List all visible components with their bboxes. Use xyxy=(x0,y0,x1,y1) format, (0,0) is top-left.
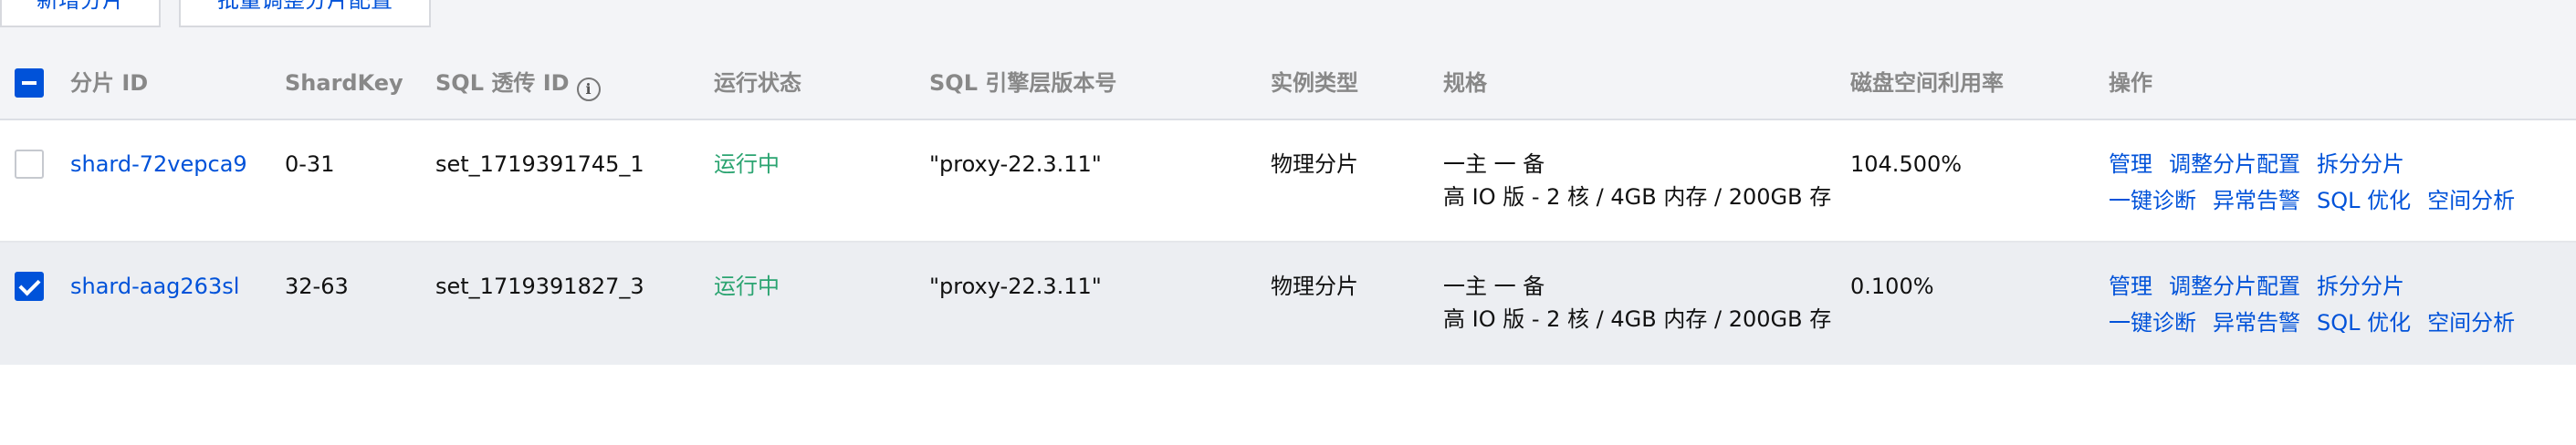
disk-usage-value: 0.100% xyxy=(1850,274,1934,299)
spec-line1: 一主 一 备 xyxy=(1443,274,1545,299)
manage-link[interactable]: 管理 xyxy=(2109,274,2152,299)
header-sql-engine-version: SQL 引擎层版本号 xyxy=(929,70,1117,96)
space-analysis-link[interactable]: 空间分析 xyxy=(2427,188,2515,213)
abnormal-alert-link[interactable]: 异常告警 xyxy=(2213,188,2300,213)
actions-line2: 一键诊断 异常告警 SQL 优化 空间分析 xyxy=(2109,306,2531,339)
adjust-shard-config-link[interactable]: 调整分片配置 xyxy=(2169,274,2300,299)
split-shard-link[interactable]: 拆分分片 xyxy=(2317,151,2404,177)
sql-engine-version-value: "proxy-22.3.11" xyxy=(929,274,1102,299)
one-click-diagnose-link[interactable]: 一键诊断 xyxy=(2109,310,2196,336)
actions-line1: 管理 调整分片配置 拆分分片 xyxy=(2109,148,2421,181)
space-analysis-link[interactable]: 空间分析 xyxy=(2427,310,2515,336)
actions-line1: 管理 调整分片配置 拆分分片 xyxy=(2109,270,2421,303)
actions-line2: 一键诊断 异常告警 SQL 优化 空间分析 xyxy=(2109,184,2531,217)
disk-usage-value: 104.500% xyxy=(1850,151,1963,177)
shardkey-value: 32-63 xyxy=(285,274,349,299)
sql-optimize-link[interactable]: SQL 优化 xyxy=(2317,188,2411,213)
shard-id-link[interactable]: shard-72vepca9 xyxy=(70,148,247,181)
status-value: 运行中 xyxy=(714,151,780,177)
header-shard-id: 分片 ID xyxy=(70,70,149,96)
spec-line2: 高 IO 版 - 2 核 / 4GB 内存 / 200GB 存 xyxy=(1443,306,1832,332)
batch-adjust-shard-config-button[interactable]: 批量调整分片配置 xyxy=(179,0,431,27)
shard-list-page: 新增分片 批量调整分片配置 分片 ID ShardKey SQL 透传 ID i … xyxy=(0,0,2576,445)
spec-line1: 一主 一 备 xyxy=(1443,151,1545,177)
header-instance-type: 实例类型 xyxy=(1271,70,1358,96)
shardkey-value: 0-31 xyxy=(285,151,335,177)
spec-line2: 高 IO 版 - 2 核 / 4GB 内存 / 200GB 存 xyxy=(1443,184,1832,210)
shard-id-link[interactable]: shard-aag263sl xyxy=(70,270,239,303)
header-sql-id: SQL 透传 ID i xyxy=(435,47,601,119)
info-icon[interactable]: i xyxy=(576,78,601,101)
table-row: shard-72vepca9 0-31 set_1719391745_1 运行中… xyxy=(0,120,2576,243)
select-all-checkbox[interactable] xyxy=(15,68,44,98)
instance-type-value: 物理分片 xyxy=(1271,274,1358,299)
one-click-diagnose-link[interactable]: 一键诊断 xyxy=(2109,188,2196,213)
abnormal-alert-link[interactable]: 异常告警 xyxy=(2213,310,2300,336)
table-header: 分片 ID ShardKey SQL 透传 ID i 运行状态 SQL 引擎层版本… xyxy=(0,47,2576,120)
adjust-shard-config-link[interactable]: 调整分片配置 xyxy=(2169,151,2300,177)
table-row: shard-aag263sl 32-63 set_1719391827_3 运行… xyxy=(0,243,2576,365)
manage-link[interactable]: 管理 xyxy=(2109,151,2152,177)
sql-engine-version-value: "proxy-22.3.11" xyxy=(929,151,1102,177)
split-shard-link[interactable]: 拆分分片 xyxy=(2317,274,2404,299)
header-status: 运行状态 xyxy=(714,70,801,96)
instance-type-value: 物理分片 xyxy=(1271,151,1358,177)
header-sql-id-label: SQL 透传 ID xyxy=(435,70,570,96)
add-shard-button[interactable]: 新增分片 xyxy=(0,0,161,27)
toolbar: 新增分片 批量调整分片配置 xyxy=(0,0,2576,47)
status-value: 运行中 xyxy=(714,274,780,299)
sql-optimize-link[interactable]: SQL 优化 xyxy=(2317,310,2411,336)
row-checkbox[interactable] xyxy=(15,150,44,179)
row-checkbox[interactable] xyxy=(15,272,44,301)
sql-id-value: set_1719391745_1 xyxy=(435,151,644,177)
header-spec: 规格 xyxy=(1443,70,1487,96)
header-actions: 操作 xyxy=(2109,70,2152,96)
sql-id-value: set_1719391827_3 xyxy=(435,274,644,299)
header-shardkey: ShardKey xyxy=(285,70,403,96)
header-disk-usage: 磁盘空间利用率 xyxy=(1850,70,2004,96)
